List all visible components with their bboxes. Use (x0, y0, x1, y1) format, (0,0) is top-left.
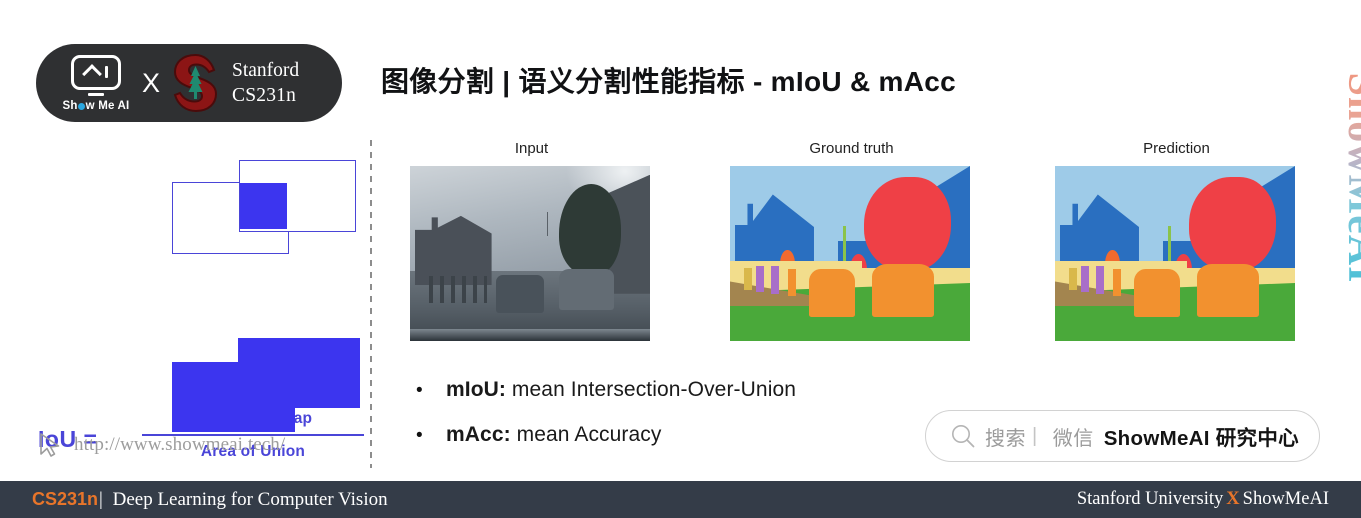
panel-prediction: Prediction (1055, 140, 1298, 341)
seg-person-2 (1095, 265, 1104, 294)
seg-tree-large (1189, 176, 1276, 271)
search-label: 搜索 (985, 427, 1026, 450)
showmeai-wordmark: Sh w Me AI (63, 100, 130, 112)
bar-icon (104, 66, 108, 78)
bullet-marker: • (416, 380, 423, 401)
magnifier-icon (952, 425, 975, 448)
bullet-term: mIoU: (446, 378, 506, 401)
seg-car-1 (809, 269, 855, 317)
cursor-arrow-icon (40, 433, 60, 457)
bullet-text: mIoU: mean Intersection-Over-Union (446, 378, 796, 402)
ground-truth-mask (730, 166, 970, 341)
seg-person-3 (1112, 269, 1121, 296)
search-brand: ShowMeAI 研究中心 (1103, 427, 1299, 450)
union-region (170, 338, 360, 432)
page-title: 图像分割 | 语义分割性能指标 - mIoU & mAcc (381, 66, 957, 97)
partner-line-2: CS231n (232, 85, 297, 106)
watermark-url: http://www.showmeai.tech/ (74, 434, 286, 455)
robot-head-icon (71, 54, 121, 90)
bullet-term: mAcc: (446, 423, 511, 446)
brand-logo-pill: Sh w Me AI X Stanford CS231n (36, 44, 342, 122)
bullet-list: • mIoU: mean Intersection-Over-Union • m… (416, 378, 796, 468)
vertical-divider (370, 140, 372, 468)
wechat-search-box[interactable]: 搜索 | 微信 ShowMeAI 研究中心 (925, 410, 1320, 462)
panel-label-prediction: Prediction (1143, 140, 1210, 157)
footer-course-code: CS231n (32, 488, 99, 509)
seg-tree-large (864, 176, 951, 271)
panel-ground-truth: Ground truth (730, 140, 973, 341)
seg-car-1 (1134, 269, 1180, 317)
seg-car-2 (1196, 264, 1259, 317)
watermark: http://www.showmeai.tech/ (38, 432, 285, 458)
footer-right-pre: Stanford University (1076, 489, 1224, 509)
seg-person-1 (1081, 265, 1090, 292)
stanford-logo-icon (172, 54, 219, 112)
search-channel: 微信 (1052, 427, 1094, 450)
photo-car-hood (410, 328, 650, 341)
bullet-definition: mean Accuracy (510, 423, 662, 446)
seg-pole (1167, 225, 1171, 261)
panel-label-input: Input (514, 140, 549, 157)
footer-course-name: Deep Learning for Computer Vision (107, 488, 388, 510)
iou-diagram: IoU = Area of Overlap Area of Union (30, 150, 364, 460)
seg-car-2 (871, 264, 934, 317)
seg-person-1 (756, 265, 765, 292)
cross-symbol: X (142, 67, 161, 98)
seg-person-4 (744, 267, 752, 291)
slide-root: Sh w Me AI X Stanford CS231n 图像分割 | 语义分割性… (0, 0, 1361, 518)
photo-car-center (496, 274, 545, 313)
footer-left: CS231n| Deep Learning for Computer Visio… (32, 489, 388, 511)
bullet-macc: • mAcc: mean Accuracy (416, 423, 796, 447)
seg-person-4 (1069, 267, 1077, 291)
footer-bar: CS231n| Deep Learning for Computer Visio… (0, 481, 1361, 518)
partner-line-1: Stanford (232, 60, 300, 81)
photo-pole (546, 211, 548, 236)
photo-car-right (558, 269, 614, 310)
overlap-region (240, 183, 287, 229)
bullet-marker: • (416, 425, 423, 446)
eye-dot-icon (78, 103, 86, 110)
bullet-definition: mean Intersection-Over-Union (506, 378, 797, 401)
footer-right: Stanford University X ShowMeAI (1077, 489, 1329, 510)
robot-neck-icon (88, 92, 104, 96)
panel-label-ground-truth: Ground truth (809, 140, 894, 157)
seg-person-2 (770, 265, 779, 294)
wordmark-post: w Me AI (85, 99, 130, 112)
panel-group: Input Ground truth Prediction (410, 140, 1310, 355)
prediction-mask (1055, 166, 1295, 341)
footer-right-post: ShowMeAI (1242, 489, 1329, 509)
photo-pedestrians (429, 276, 487, 303)
wordmark-pre: Sh (62, 99, 78, 112)
panel-input: Input (410, 140, 653, 341)
union-part-b (238, 338, 360, 408)
seg-person-3 (787, 269, 796, 296)
bullet-miou: • mIoU: mean Intersection-Over-Union (416, 378, 796, 402)
footer-cross: X (1226, 489, 1240, 509)
partner-name: Stanford CS231n (232, 58, 299, 108)
vertical-brand-watermark: ShowMeAI (1332, 68, 1361, 288)
showmeai-logo: Sh w Me AI (58, 54, 134, 112)
photo-tree (558, 183, 622, 275)
footer-pipe: | (99, 488, 103, 510)
input-photo (410, 166, 650, 341)
seg-pole (842, 225, 846, 261)
bullet-text: mAcc: mean Accuracy (446, 423, 662, 447)
search-separator: | (1032, 424, 1038, 447)
caret-up-icon (81, 64, 102, 84)
